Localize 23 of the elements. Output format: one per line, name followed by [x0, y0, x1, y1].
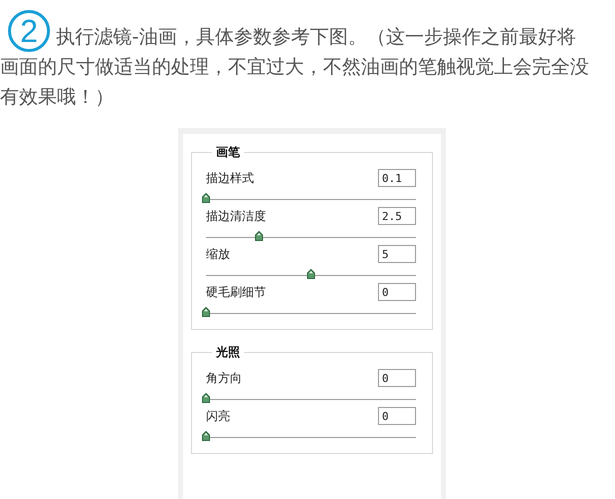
step-number-icon: 2 [8, 10, 50, 52]
slider-thumb[interactable] [202, 307, 210, 317]
param-label: 描边样式 [206, 170, 254, 186]
param-label: 缩放 [206, 246, 230, 262]
value-field[interactable]: 5 [378, 245, 416, 263]
value-field[interactable]: 2.5 [378, 207, 416, 225]
slider-thumb[interactable] [202, 193, 210, 203]
param-label: 角方向 [206, 370, 242, 386]
param-label: 闪亮 [206, 408, 230, 424]
param-label: 描边清洁度 [206, 208, 266, 224]
instruction-text: 画面的尺寸做适当的处理，不宜过大，不然油画的笔触视觉上会完全没有效果哦！） [0, 55, 590, 110]
instruction-text: 执行滤镜-油画，具体参数参考下图。（这一步操作之前最好将 [56, 25, 576, 50]
slider-thumb[interactable] [307, 269, 315, 279]
slider-thumb[interactable] [202, 393, 210, 403]
slider-thumb[interactable] [254, 231, 262, 241]
value-field[interactable]: 0.1 [378, 169, 416, 187]
group-title: 画笔 [215, 144, 241, 161]
value-field[interactable]: 0 [378, 369, 416, 387]
param-label: 硬毛刷细节 [206, 284, 266, 300]
group-title: 光照 [214, 344, 241, 361]
slider-thumb[interactable] [202, 431, 210, 441]
value-field[interactable]: 0 [378, 407, 416, 425]
value-field[interactable]: 0 [378, 283, 416, 301]
